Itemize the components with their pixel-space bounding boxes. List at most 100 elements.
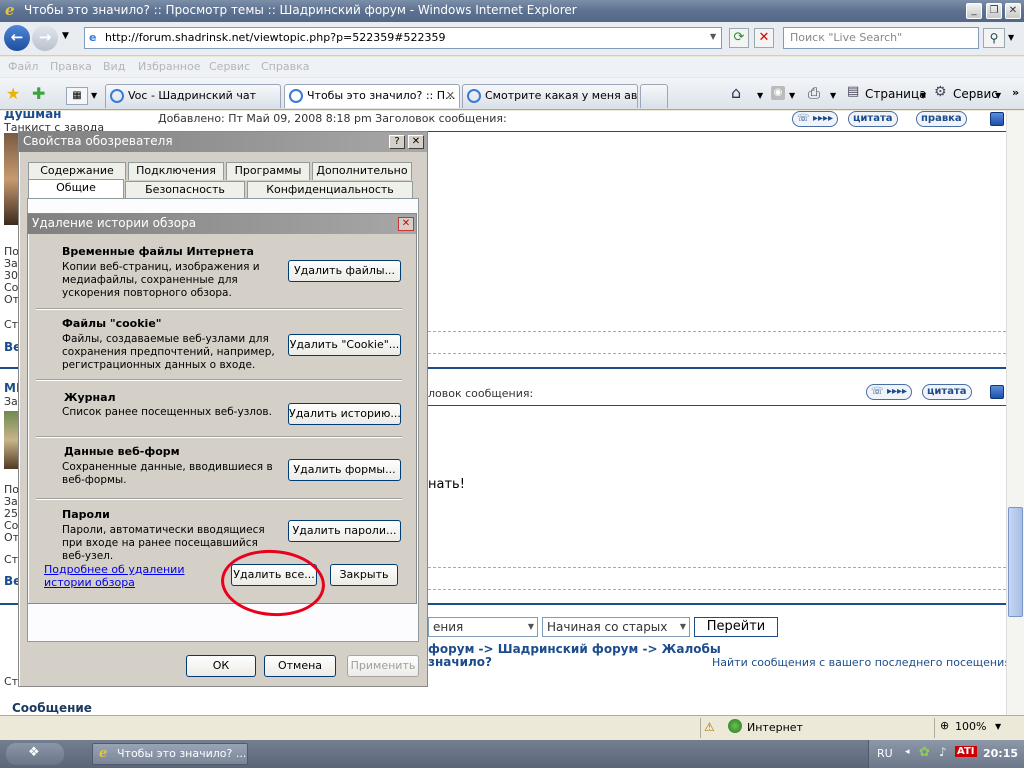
close-button[interactable]: Закрыть [330,564,398,586]
clock[interactable]: 20:15 [983,747,1018,760]
scrollbar-thumb[interactable] [1008,507,1023,617]
breadcrumb-link[interactable]: форум -> Шадринский форум -> Жалобы [428,642,721,656]
tab-page-icon [467,89,481,103]
cancel-button[interactable]: Отмена [264,655,336,677]
page-menu-button[interactable]: Страница [865,87,927,101]
delete-history-button[interactable]: Удалить историю... [288,403,401,425]
post-author[interactable]: Душман [4,111,61,121]
tab-avatar[interactable]: Смотрите какая у меня ава... [462,84,638,108]
minimize-button[interactable]: _ [966,3,982,19]
pm-button[interactable]: ☏ ▸▸▸▸ [792,111,839,127]
post-meta: Добавлено: Пт Май 09, 2008 8:18 pm Загол… [158,112,507,125]
search-options-icon[interactable]: ▼ [1008,33,1014,42]
delete-cookies-button[interactable]: Удалить "Cookie"... [288,334,401,356]
cookies-title: Файлы "cookie" [62,317,162,330]
home-icon[interactable]: ⌂ [731,83,741,102]
language-indicator[interactable]: RU [877,747,893,760]
favorites-star-icon[interactable]: ★ [6,84,20,103]
tab-label: Чтобы это значило? :: П... [307,89,456,102]
help-button[interactable]: ? [389,135,405,149]
sort-by-value: ения [433,620,464,634]
section-separator [36,308,402,310]
menu-view[interactable]: Вид [103,60,125,73]
forward-button[interactable]: → [32,25,58,51]
back-button[interactable]: ← [4,25,30,51]
close-window-button[interactable]: ✕ [1005,3,1021,19]
tab-chat[interactable]: Voc - Шадринский чат [105,84,281,108]
sort-order-select[interactable]: Начиная со старых ▼ [542,617,690,637]
tab-current[interactable]: Чтобы это значило? :: П... ✕ [284,84,460,108]
quote-button[interactable]: цитата [848,111,898,127]
search-input[interactable]: Поиск "Live Search" [783,27,979,49]
system-tray: RU ◂ ✿ ♪ ATI 20:15 [868,740,1024,768]
tab-advanced[interactable]: Дополнительно [312,162,412,180]
tab-privacy[interactable]: Конфиденциальность [247,181,413,199]
post-divider [428,405,1006,406]
close-icon[interactable]: ✕ [408,135,424,149]
zoom-level[interactable]: 100% [955,720,986,733]
go-button[interactable]: Перейти [694,617,778,637]
feeds-icon[interactable]: ◉ [771,86,785,100]
menu-tools[interactable]: Сервис [209,60,250,73]
reply-section-title: Сообщение [12,701,92,715]
learn-more-link[interactable]: Подробнее об удалении истории обзора [44,563,224,589]
ok-button[interactable]: ОК [186,655,256,677]
new-tab-button[interactable] [640,84,668,108]
menu-file[interactable]: Файл [8,60,38,73]
page-scrollbar[interactable] [1006,111,1024,715]
delete-passwords-button[interactable]: Удалить пароли... [288,520,401,542]
address-input[interactable]: e http://forum.shadrinsk.net/viewtopic.p… [84,27,722,49]
tray-app-icon[interactable]: ✿ [919,745,930,760]
taskbar-item-ie[interactable]: e Чтобы это значило? ... [92,743,248,765]
tab-connections[interactable]: Подключения [128,162,224,180]
close-icon[interactable]: ✕ [398,217,414,231]
page-dropdown-icon[interactable]: ▼ [920,91,926,100]
post-top-icon[interactable] [990,385,1004,399]
chevron-more-icon[interactable]: » [1012,86,1019,99]
tools-menu-button[interactable]: Сервис [953,87,998,101]
refresh-icon[interactable]: ⟳ [729,28,749,48]
menu-edit[interactable]: Правка [50,60,92,73]
tab-content[interactable]: Содержание [28,162,126,180]
tab-bar: ★ ✚ ▦ ▼ Voc - Шадринский чат Чтобы это з… [0,78,1024,110]
edit-button[interactable]: правка [916,111,967,127]
quick-tabs-icon[interactable]: ▦ [66,87,88,105]
address-dropdown-icon[interactable]: ▼ [710,32,716,41]
find-new-posts-link[interactable]: Найти сообщения с вашего последнего посе… [712,656,1011,669]
tab-security[interactable]: Безопасность [125,181,245,199]
back-arrow-icon: ← [10,28,24,46]
forward-arrow-icon: → [38,28,52,46]
dashed-divider [428,589,1006,590]
ati-icon[interactable]: ATI [955,746,977,757]
print-icon[interactable]: ⎙ [808,84,820,102]
delete-forms-button[interactable]: Удалить формы... [288,459,401,481]
pm-button[interactable]: ☏ ▸▸▸▸ [866,384,913,400]
maximize-button[interactable]: ❐ [986,3,1002,19]
tray-expand-icon[interactable]: ◂ [905,747,910,757]
tab-general[interactable]: Общие [28,179,124,199]
avatar-fragment [4,411,18,469]
stop-icon[interactable]: ✕ [754,28,774,48]
close-tab-icon[interactable]: ✕ [446,85,455,107]
start-button[interactable]: ❖ [6,743,64,765]
menu-help[interactable]: Справка [261,60,309,73]
zoom-dropdown-icon[interactable]: ▼ [995,722,1001,731]
sort-by-select[interactable]: ения ▼ [428,617,538,637]
volume-icon[interactable]: ♪ [939,745,947,759]
search-icon[interactable]: ⚲ [983,28,1005,48]
post-top-icon[interactable] [990,112,1004,126]
menu-favorites[interactable]: Избранное [138,60,200,73]
add-favorite-icon[interactable]: ✚ [32,84,45,103]
delete-files-button[interactable]: Удалить файлы... [288,260,401,282]
home-dropdown-icon[interactable]: ▼ [757,91,763,100]
feeds-dropdown-icon[interactable]: ▼ [789,91,795,100]
tools-dropdown-icon[interactable]: ▼ [995,91,1001,100]
print-dropdown-icon[interactable]: ▼ [830,91,836,100]
topic-title-link[interactable]: значило? [428,655,492,669]
tab-programs[interactable]: Программы [226,162,310,180]
delete-dialog-title: Удаление истории обзора [32,216,197,230]
tab-list-dropdown-icon[interactable]: ▼ [91,91,97,100]
history-dropdown-icon[interactable]: ▼ [62,31,69,41]
quote-button[interactable]: цитата [922,384,972,400]
apply-button[interactable]: Применить [347,655,419,677]
